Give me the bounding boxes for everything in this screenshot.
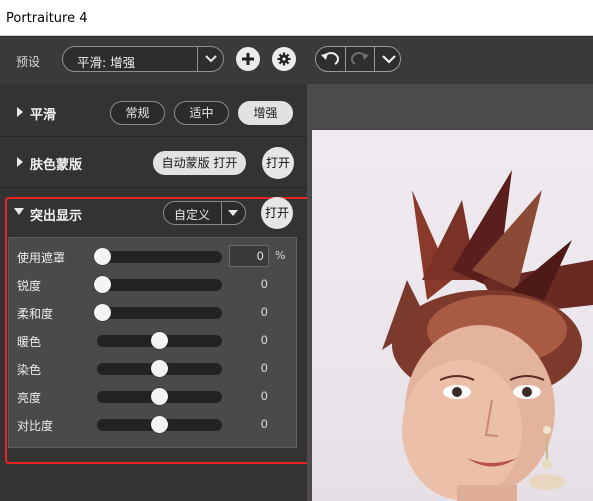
preview-image[interactable] [312,130,593,501]
slider-row-warmth: 暖色 0 [9,326,298,354]
smoothing-option-normal[interactable]: 常规 [110,101,165,125]
slider-value: 0 [260,389,268,403]
mask-value-input[interactable]: 0 [229,245,269,267]
history-dropdown[interactable] [375,47,403,71]
smoothing-option-medium[interactable]: 适中 [174,101,229,125]
slider-label: 使用遮罩 [17,251,66,265]
slider-label: 柔和度 [17,307,54,321]
auto-mask-button[interactable]: 自动蒙版 打开 [153,151,246,175]
section-divider [0,187,307,188]
percent-unit: % [275,249,286,262]
slider-handle[interactable] [94,276,111,293]
slider-value: 0 [260,277,268,291]
undo-icon [321,52,339,65]
slider-row-contrast: 对比度 0 [9,410,298,438]
gear-icon [277,52,291,66]
slider-label: 亮度 [17,391,42,405]
expand-triangle-icon[interactable] [17,157,23,167]
slider-value: 0 [260,361,268,375]
slider-value: 0 [256,249,264,263]
slider-row-mask: 使用遮罩 0 % [9,242,298,270]
enhance-mode-divider [221,202,222,224]
preset-value: 平滑: 增强 [77,55,136,70]
add-preset-button[interactable] [236,47,260,71]
slider-handle[interactable] [94,248,111,265]
slider-track[interactable] [97,251,222,263]
skin-mask-title[interactable]: 肤色蒙版 [30,154,82,173]
enhance-mode-value: 自定义 [174,208,211,222]
slider-row-tint: 染色 0 [9,354,298,382]
enhance-open-button[interactable]: 打开 [261,197,293,229]
smoothing-option-strong[interactable]: 增强 [238,101,293,125]
history-controls [315,46,401,72]
slider-value: 0 [260,417,268,431]
preset-dropdown-divider [197,47,198,71]
slider-handle[interactable] [151,360,168,377]
redo-button[interactable] [346,47,374,71]
slider-row-sharpness: 锐度 0 [9,270,298,298]
undo-button[interactable] [316,47,344,71]
settings-button[interactable] [272,47,296,71]
slider-value: 0 [260,305,268,319]
chevron-down-icon [382,55,396,64]
smoothing-title[interactable]: 平滑 [30,104,56,123]
window-title: Portraiture 4 [6,11,88,26]
caret-down-icon [228,210,238,216]
collapse-triangle-icon[interactable] [14,208,24,215]
slider-label: 染色 [17,363,42,377]
slider-label: 对比度 [17,419,54,433]
enhance-title[interactable]: 突出显示 [30,205,82,224]
plus-icon [242,53,254,65]
expand-triangle-icon[interactable] [17,107,23,117]
preset-label: 预设 [16,55,41,69]
portrait-photo [382,170,593,501]
redo-icon [351,52,369,65]
chevron-down-icon[interactable] [205,54,217,64]
section-divider [0,136,307,137]
slider-label: 锐度 [17,279,42,293]
window-title-bar: Portraiture 4 [0,0,593,36]
slider-row-softness: 柔和度 0 [9,298,298,326]
slider-handle[interactable] [94,304,111,321]
enhance-sliders-panel: 使用遮罩 0 % 锐度 0 柔和度 0 暖色 0 染色 0 亮度 0 对比度 0 [8,237,297,448]
enhance-mode-dropdown[interactable]: 自定义 [163,201,246,225]
slider-value: 0 [260,333,268,347]
slider-track[interactable] [97,307,222,319]
slider-handle[interactable] [151,416,168,433]
slider-handle[interactable] [151,332,168,349]
slider-track[interactable] [97,279,222,291]
slider-handle[interactable] [151,388,168,405]
skin-mask-open-button[interactable]: 打开 [262,147,294,179]
preset-dropdown[interactable]: 平滑: 增强 [62,46,224,72]
top-toolbar: 预设 平滑: 增强 [0,37,593,84]
slider-row-brightness: 亮度 0 [9,382,298,410]
slider-label: 暖色 [17,335,42,349]
